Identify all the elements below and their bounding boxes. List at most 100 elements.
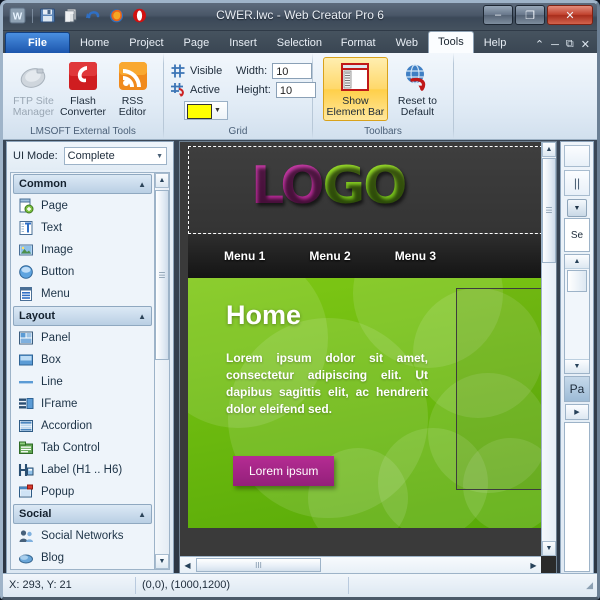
tab-help[interactable]: Help <box>474 32 517 53</box>
list-item-box[interactable]: Box <box>11 349 154 371</box>
right-dock-scroll-down-button[interactable]: ▼ <box>565 359 589 373</box>
site-logo[interactable]: LOGO <box>251 159 407 213</box>
minimize-button[interactable]: – <box>483 5 513 25</box>
reset-to-default-button[interactable]: Reset to Default <box>388 57 447 121</box>
canvas-vertical-scrollbar[interactable]: ▲ ☰ ▼ <box>541 142 556 556</box>
scroll-thumb-grip: ☰ <box>158 270 166 280</box>
grid-height-label: Height: <box>236 83 271 96</box>
list-item-label-heading[interactable]: Label (H1 .. H6) <box>11 459 154 481</box>
site-header-selected[interactable]: LOGO <box>188 146 541 234</box>
reset-to-default-icon <box>400 60 434 94</box>
right-dock-box[interactable] <box>564 145 590 167</box>
canvas-viewport[interactable]: LOGO Menu 1 Menu 2 Menu 3 Home Lorem ips… <box>180 142 541 556</box>
tab-page[interactable]: Page <box>174 32 220 53</box>
close-button[interactable]: ✕ <box>547 5 593 25</box>
list-item-menu[interactable]: Menu <box>11 283 154 305</box>
collapse-ribbon-icon[interactable]: ⌃ <box>535 38 544 51</box>
tab-file[interactable]: File <box>5 32 70 53</box>
list-item-page[interactable]: Page <box>11 195 154 217</box>
grid-height-input[interactable]: 10 <box>275 81 316 98</box>
grid-width-input[interactable]: 10 <box>272 62 313 79</box>
grid-visible-toggle[interactable]: Visible <box>170 61 228 80</box>
ribbon-tab-strip: File Home Project Page Insert Selection … <box>3 31 597 53</box>
site-cta-button[interactable]: Lorem ipsum <box>233 456 335 486</box>
list-item-panel[interactable]: Panel <box>11 327 154 349</box>
list-item-line[interactable]: Line <box>11 371 154 393</box>
list-item-social-networks[interactable]: Social Networks <box>11 525 154 547</box>
tab-format[interactable]: Format <box>331 32 386 53</box>
tab-project[interactable]: Project <box>119 32 173 53</box>
group-label-toolbars: Toolbars <box>364 126 402 137</box>
doc-restore-icon[interactable]: ⧉ <box>566 38 574 51</box>
right-dock-scroll-thumb[interactable] <box>567 270 587 292</box>
nav-item-menu-1[interactable]: Menu 1 <box>224 249 265 263</box>
tab-selection[interactable]: Selection <box>267 32 331 53</box>
ftp-site-manager-button[interactable]: FTP Site Manager <box>9 57 58 121</box>
list-item-blog[interactable]: Blog <box>11 547 154 569</box>
site-body-section[interactable]: Home Lorem ipsum dolor sit amet, consect… <box>188 278 541 528</box>
site-heading[interactable]: Home <box>226 300 301 331</box>
canvas-v-scroll-thumb[interactable]: ☰ <box>542 158 556 263</box>
category-layout-label: Layout <box>19 310 56 322</box>
right-dock-scroll-up-button[interactable]: ▲ <box>565 255 589 269</box>
preview-firefox-icon[interactable] <box>107 6 126 25</box>
list-item-label: Panel <box>41 332 71 344</box>
element-bar-panel: UI Mode: Complete ▼ Common ▲ Page Text I… <box>6 141 174 574</box>
canvas-scroll-right-button[interactable]: ▶ <box>526 557 541 573</box>
copy-pages-icon[interactable] <box>61 6 80 25</box>
scroll-down-button[interactable]: ▼ <box>155 554 169 569</box>
ui-mode-select[interactable]: Complete ▼ <box>63 147 167 165</box>
list-item-tab-control[interactable]: Tab Control <box>11 437 154 459</box>
canvas-scroll-left-button[interactable]: ◀ <box>180 557 195 573</box>
tab-insert[interactable]: Insert <box>219 32 267 53</box>
site-navbar[interactable]: Menu 1 Menu 2 Menu 3 <box>188 234 541 278</box>
preview-opera-icon[interactable] <box>130 6 149 25</box>
right-dock-divider-box[interactable]: || <box>564 170 590 196</box>
undo-icon[interactable] <box>84 6 103 25</box>
grid-color-picker[interactable]: ▼ <box>184 101 228 120</box>
list-item-iframe[interactable]: IFrame <box>11 393 154 415</box>
right-dock-tab-page[interactable]: Pa <box>564 376 590 402</box>
category-common[interactable]: Common ▲ <box>13 174 152 194</box>
tab-web[interactable]: Web <box>386 32 428 53</box>
chevron-down-icon[interactable]: ▼ <box>214 107 221 114</box>
right-dock-expand-button[interactable]: ▶ <box>565 404 589 420</box>
tab-home[interactable]: Home <box>70 32 119 53</box>
resize-grip-icon[interactable]: ◢ <box>586 580 593 591</box>
show-element-bar-button[interactable]: Show Element Bar <box>323 57 388 121</box>
design-canvas[interactable]: LOGO Menu 1 Menu 2 Menu 3 Home Lorem ips… <box>179 141 557 574</box>
scroll-thumb[interactable]: ☰ <box>155 190 169 360</box>
canvas-h-scroll-thumb[interactable]: III <box>196 558 321 572</box>
right-dock-tab-se[interactable]: Se <box>564 218 590 252</box>
save-icon[interactable] <box>38 6 57 25</box>
right-dock-dropdown-button[interactable]: ▼ <box>567 199 587 217</box>
nav-item-menu-2[interactable]: Menu 2 <box>309 249 350 263</box>
doc-minimize-icon[interactable]: ─ <box>551 39 559 51</box>
right-dock-lower-panel[interactable] <box>564 422 590 572</box>
canvas-horizontal-scrollbar[interactable]: ◀ III ▶ <box>180 556 541 573</box>
right-dock-scrollbar[interactable]: ▲ ▼ <box>564 254 590 374</box>
maximize-button[interactable]: ❐ <box>515 5 545 25</box>
doc-close-icon[interactable]: ✕ <box>581 38 590 51</box>
list-item-text[interactable]: Text <box>11 217 154 239</box>
flash-converter-button[interactable]: Flash Converter <box>58 57 108 121</box>
scroll-thumb-grip: ☰ <box>545 206 553 215</box>
sidebar-scrollbar[interactable]: ▲ ☰ ▼ <box>155 172 170 570</box>
site-side-box[interactable] <box>456 288 541 490</box>
site-paragraph[interactable]: Lorem ipsum dolor sit amet, consectetur … <box>226 350 428 418</box>
list-item-button[interactable]: Button <box>11 261 154 283</box>
tab-tools[interactable]: Tools <box>428 31 474 53</box>
grid-active-toggle[interactable]: Active <box>170 80 228 99</box>
category-social[interactable]: Social ▲ <box>13 504 152 524</box>
rss-editor-button[interactable]: RSS Editor <box>108 57 157 121</box>
canvas-scroll-down-button[interactable]: ▼ <box>542 541 556 556</box>
list-item-label: Popup <box>41 486 75 498</box>
list-item-accordion[interactable]: Accordion <box>11 415 154 437</box>
list-item-popup[interactable]: Popup <box>11 481 154 503</box>
category-layout[interactable]: Layout ▲ <box>13 306 152 326</box>
list-item-image[interactable]: Image <box>11 239 154 261</box>
nav-item-menu-3[interactable]: Menu 3 <box>395 249 436 263</box>
ftp-site-manager-label-2: Manager <box>12 106 55 118</box>
scroll-up-button[interactable]: ▲ <box>155 173 169 188</box>
canvas-scroll-up-button[interactable]: ▲ <box>542 142 556 157</box>
